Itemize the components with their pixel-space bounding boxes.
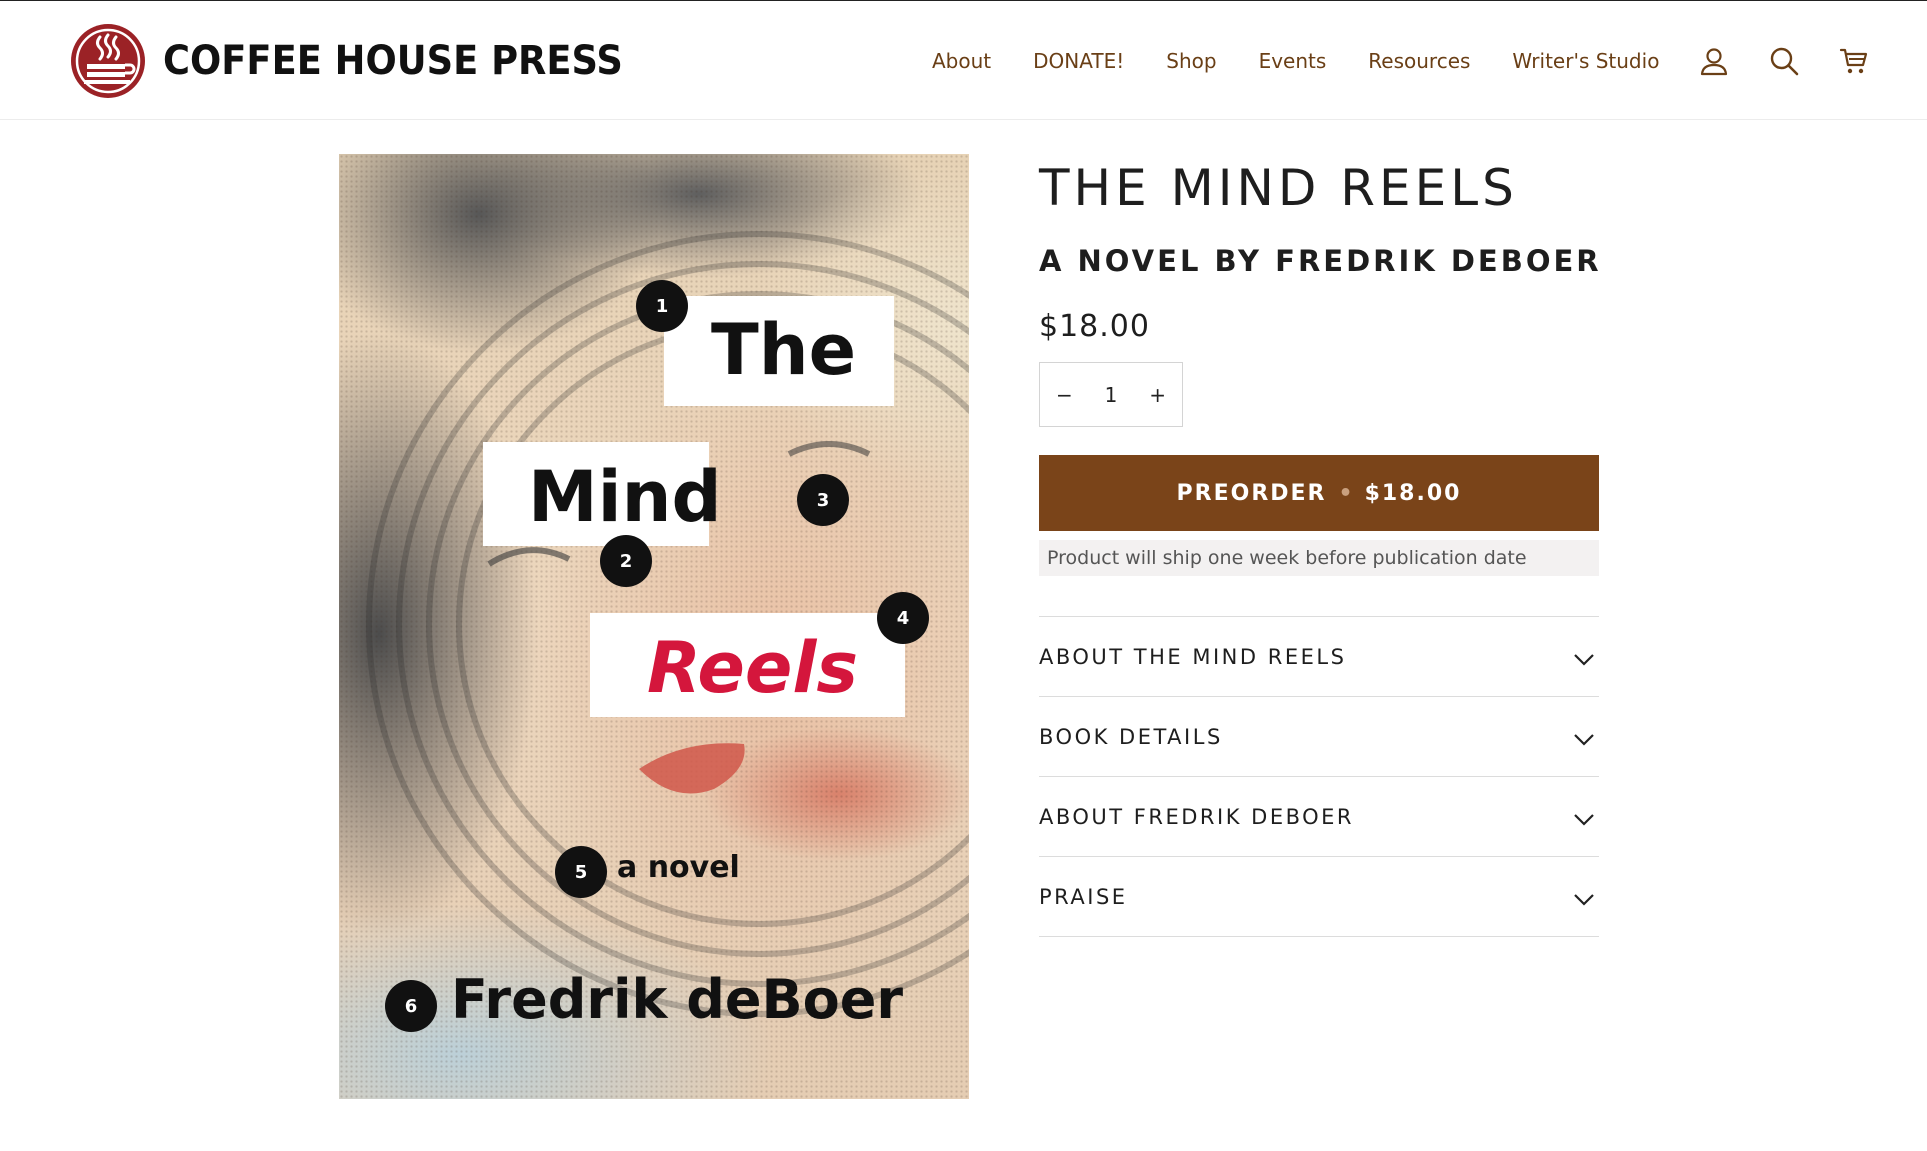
cover-badge-6: 6 (385, 980, 437, 1032)
search-icon (1770, 47, 1799, 76)
quantity-decrease-button[interactable]: − (1056, 383, 1073, 407)
product-accordion: ABOUT THE MIND REELS BOOK DETAILS ABOUT … (1039, 616, 1599, 937)
brand-name: COFFEE HOUSE PRESS (163, 38, 623, 84)
preorder-button[interactable]: PREORDER • $18.00 (1039, 455, 1599, 531)
accordion-label: ABOUT THE MIND REELS (1039, 644, 1347, 669)
main-nav: About DONATE! Shop Events Resources Writ… (932, 41, 1659, 81)
nav-item-donate[interactable]: DONATE! (1033, 49, 1124, 73)
accordion-label: PRAISE (1039, 884, 1128, 909)
chevron-down-icon (1574, 813, 1594, 826)
quantity-stepper: − 1 + (1039, 362, 1183, 427)
preorder-label: PREORDER (1176, 480, 1327, 506)
site-header: COFFEE HOUSE PRESS About DONATE! Shop Ev… (0, 1, 1927, 120)
logo-link[interactable]: COFFEE HOUSE PRESS (70, 23, 663, 99)
cover-word-the: The (711, 309, 857, 391)
accordion-praise[interactable]: PRAISE (1039, 857, 1599, 937)
cover-badge-1: 1 (636, 280, 688, 332)
accordion-about-book[interactable]: ABOUT THE MIND REELS (1039, 617, 1599, 697)
nav-item-about[interactable]: About (932, 49, 991, 73)
nav-item-writers-studio[interactable]: Writer's Studio (1512, 49, 1659, 73)
shipping-note: Product will ship one week before public… (1039, 540, 1599, 576)
chevron-down-icon (1574, 733, 1594, 746)
cover-badge-3: 3 (797, 474, 849, 526)
coffee-cup-logo-icon (71, 24, 145, 98)
account-button[interactable] (1697, 44, 1731, 78)
cover-author: Fredrik deBoer (451, 968, 903, 1031)
chevron-down-icon (1574, 893, 1594, 906)
product-subtitle: A NOVEL BY FREDRIK DEBOER (1039, 244, 1602, 278)
cover-badge-2: 2 (600, 535, 652, 587)
cover-badge-5: 5 (555, 846, 607, 898)
book-cover-image[interactable]: The Mind Reels a novel Fredrik deBoer 1 … (339, 154, 969, 1099)
accordion-label: BOOK DETAILS (1039, 724, 1223, 749)
chevron-down-icon (1574, 653, 1594, 666)
preorder-price: $18.00 (1364, 480, 1462, 506)
cover-word-reels: Reels (647, 627, 859, 709)
product-price: $18.00 (1039, 309, 1150, 344)
accordion-label: ABOUT FREDRIK DEBOER (1039, 804, 1355, 829)
product-title: THE MIND REELS (1039, 159, 1518, 217)
cart-button[interactable] (1837, 44, 1871, 78)
cover-word-mind: Mind (528, 456, 722, 538)
nav-item-resources[interactable]: Resources (1368, 49, 1470, 73)
quantity-value[interactable]: 1 (1105, 383, 1118, 407)
quantity-increase-button[interactable]: + (1149, 383, 1166, 407)
shipping-note-text: Product will ship one week before public… (1047, 547, 1527, 569)
cart-icon (1839, 48, 1868, 74)
cover-word-novel: a novel (617, 850, 740, 885)
nav-item-events[interactable]: Events (1259, 49, 1327, 73)
header-icons (1697, 44, 1871, 78)
nav-item-shop[interactable]: Shop (1166, 49, 1216, 73)
accordion-book-details[interactable]: BOOK DETAILS (1039, 697, 1599, 777)
preorder-separator: • (1338, 480, 1353, 506)
accordion-about-author[interactable]: ABOUT FREDRIK DEBOER (1039, 777, 1599, 857)
product-info: THE MIND REELS A NOVEL BY FREDRIK DEBOER… (1039, 154, 1599, 937)
search-button[interactable] (1767, 44, 1801, 78)
cover-badge-4: 4 (877, 592, 929, 644)
account-icon (1700, 48, 1728, 76)
